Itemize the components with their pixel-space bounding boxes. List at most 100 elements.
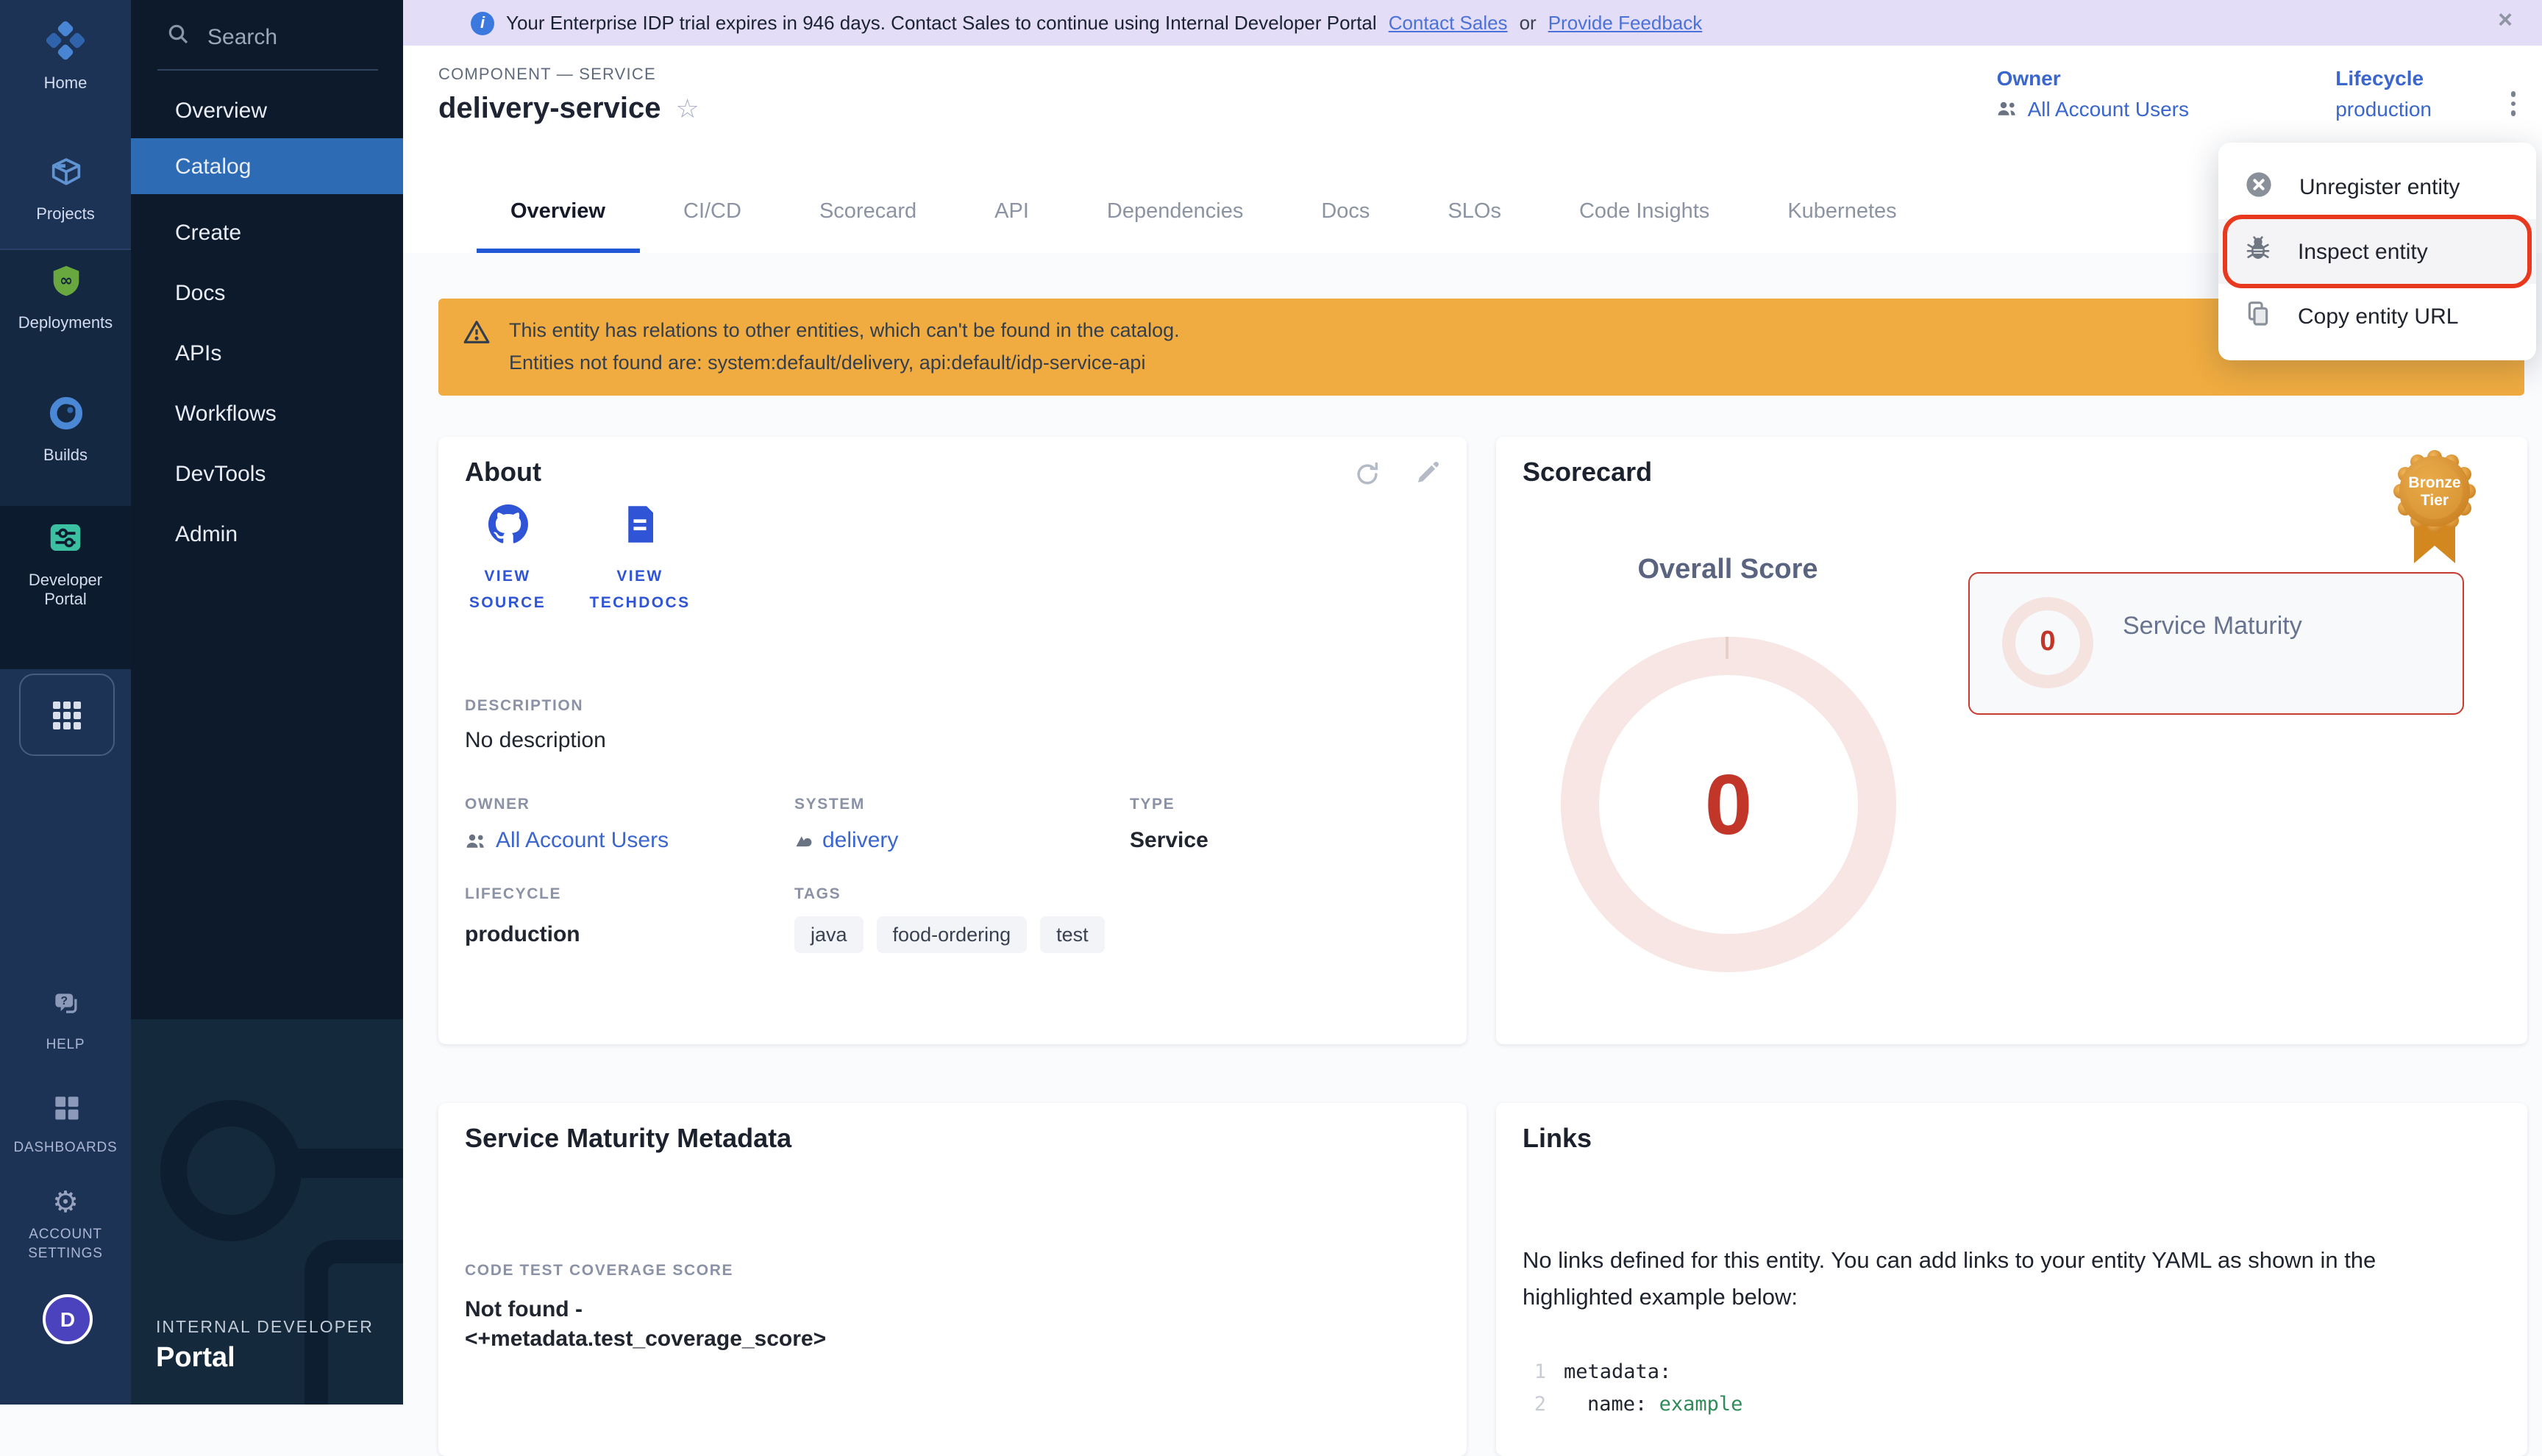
page-title: delivery-service bbox=[438, 93, 661, 126]
sidebar-item-docs[interactable]: Docs bbox=[131, 265, 403, 321]
kebab-menu-icon[interactable] bbox=[2510, 87, 2516, 120]
type-field-value: Service bbox=[1130, 828, 1208, 853]
sidebar-item-overview[interactable]: Overview bbox=[131, 82, 403, 138]
view-techdocs-button[interactable]: VIEW TECHDOCS bbox=[583, 504, 697, 616]
rail-item-builds[interactable]: Builds bbox=[0, 394, 131, 466]
rail-label: ACCOUNT SETTINGS bbox=[14, 1225, 117, 1263]
tab-docs[interactable]: Docs bbox=[1317, 169, 1374, 253]
module-switcher-button[interactable] bbox=[19, 674, 115, 756]
coverage-score-label: CODE TEST COVERAGE SCORE bbox=[465, 1262, 733, 1280]
user-avatar[interactable]: D bbox=[43, 1294, 93, 1344]
sidebar-item-workflows[interactable]: Workflows bbox=[131, 385, 403, 441]
owner-field-link[interactable]: All Account Users bbox=[465, 828, 669, 853]
warning-triangle-icon bbox=[462, 318, 491, 379]
type-field-label: TYPE bbox=[1130, 796, 1175, 813]
provide-feedback-link[interactable]: Provide Feedback bbox=[1548, 12, 1703, 34]
menu-item-unregister-entity[interactable]: Unregister entity bbox=[2218, 154, 2536, 219]
system-icon bbox=[794, 831, 813, 850]
svg-text:Tier: Tier bbox=[2421, 492, 2449, 509]
rail-item-home[interactable]: Home bbox=[0, 21, 131, 94]
tab-overview[interactable]: Overview bbox=[506, 169, 610, 253]
maturity-metadata-title: Service Maturity Metadata bbox=[465, 1124, 791, 1155]
github-icon bbox=[488, 504, 527, 552]
rail-item-deployments[interactable]: ∞ Deployments bbox=[0, 262, 131, 334]
rail-label: Deployments bbox=[18, 315, 113, 334]
sidebar-item-catalog[interactable]: Catalog bbox=[131, 138, 403, 194]
tab-cicd[interactable]: CI/CD bbox=[679, 169, 746, 253]
rail-item-developer-portal[interactable]: Developer Portal bbox=[0, 518, 131, 610]
rail-label: Projects bbox=[36, 206, 95, 225]
rail-item-projects[interactable]: Projects bbox=[0, 153, 131, 225]
favorite-star-icon[interactable]: ☆ bbox=[675, 94, 699, 125]
overall-score-value: 0 bbox=[1599, 675, 1858, 934]
menu-item-inspect-entity[interactable]: Inspect entity bbox=[2218, 219, 2536, 284]
entity-actions-menu: Unregister entity Inspect entity bbox=[2218, 143, 2536, 360]
tag-chip[interactable]: food-ordering bbox=[877, 916, 1028, 953]
service-maturity-score: 0 bbox=[2002, 597, 2093, 688]
search-input[interactable]: Search bbox=[131, 15, 403, 59]
system-field-link[interactable]: delivery bbox=[794, 828, 898, 853]
sidebar-footer: INTERNAL DEVELOPER Portal bbox=[131, 1019, 403, 1405]
view-techdocs-label: VIEW TECHDOCS bbox=[583, 563, 697, 616]
description-value: No description bbox=[465, 728, 606, 753]
sidebar-item-apis[interactable]: APIs bbox=[131, 325, 403, 381]
links-title: Links bbox=[1523, 1124, 1592, 1155]
refresh-icon[interactable] bbox=[1353, 460, 1381, 496]
view-source-button[interactable]: VIEW SOURCE bbox=[450, 504, 565, 616]
tab-slos[interactable]: SLOs bbox=[1443, 169, 1506, 253]
tag-chip[interactable]: java bbox=[794, 916, 864, 953]
tab-dependencies[interactable]: Dependencies bbox=[1103, 169, 1247, 253]
overall-score-label: Overall Score bbox=[1577, 554, 1879, 587]
tab-kubernetes[interactable]: Kubernetes bbox=[1783, 169, 1901, 253]
help-chat-icon: ? bbox=[49, 988, 82, 1028]
developer-portal-icon bbox=[46, 518, 85, 565]
gear-icon: ⚙ bbox=[52, 1188, 79, 1218]
tags-field-label: TAGS bbox=[794, 885, 841, 903]
lifecycle-label: Lifecycle bbox=[2335, 66, 2432, 90]
people-icon bbox=[465, 832, 487, 849]
rail-item-dashboards[interactable]: DASHBOARDS bbox=[0, 1091, 131, 1157]
view-source-label: VIEW SOURCE bbox=[450, 563, 565, 616]
tab-code-insights[interactable]: Code Insights bbox=[1575, 169, 1714, 253]
rail-label: DASHBOARDS bbox=[13, 1138, 117, 1157]
yaml-example-code: 1metadata: 2name: example bbox=[1520, 1356, 1742, 1421]
owner-label: Owner bbox=[1997, 66, 2189, 90]
owner-field-label: OWNER bbox=[465, 796, 530, 813]
search-icon bbox=[166, 21, 190, 52]
sidebar-item-admin[interactable]: Admin bbox=[131, 506, 403, 562]
projects-cube-icon bbox=[46, 153, 85, 199]
menu-item-copy-entity-url[interactable]: Copy entity URL bbox=[2218, 284, 2536, 349]
lifecycle-field-value: production bbox=[465, 922, 580, 947]
info-icon: i bbox=[471, 11, 494, 35]
rail-label: Home bbox=[44, 75, 88, 94]
entity-kicker: COMPONENT — SERVICE bbox=[438, 66, 656, 84]
rail-item-help[interactable]: ? HELP bbox=[0, 988, 131, 1054]
sidebar-item-devtools[interactable]: DevTools bbox=[131, 446, 403, 502]
techdocs-icon bbox=[622, 504, 658, 552]
service-maturity-scorecard[interactable]: 0 Service Maturity bbox=[1968, 572, 2464, 715]
people-icon bbox=[1997, 100, 2019, 118]
rail-item-account-settings[interactable]: ⚙ ACCOUNT SETTINGS bbox=[0, 1188, 131, 1263]
bug-icon bbox=[2243, 234, 2273, 269]
contact-sales-link[interactable]: Contact Sales bbox=[1389, 12, 1508, 34]
copy-icon bbox=[2243, 299, 2273, 334]
sidebar-item-create[interactable]: Create bbox=[131, 204, 403, 260]
svg-text:∞: ∞ bbox=[59, 272, 72, 290]
tab-scorecard[interactable]: Scorecard bbox=[815, 169, 921, 253]
close-icon[interactable]: × bbox=[2498, 6, 2513, 35]
rail-label: HELP bbox=[46, 1035, 85, 1054]
trial-banner: i Your Enterprise IDP trial expires in 9… bbox=[403, 0, 2542, 46]
trial-banner-text: Your Enterprise IDP trial expires in 946… bbox=[506, 12, 1377, 34]
svg-text:Bronze: Bronze bbox=[2408, 474, 2460, 491]
tab-api[interactable]: API bbox=[990, 169, 1033, 253]
brand-kicker: INTERNAL DEVELOPER bbox=[156, 1319, 374, 1337]
owner-link[interactable]: All Account Users bbox=[1997, 97, 2189, 121]
about-card: About VIEW SOURCE bbox=[438, 437, 1467, 1044]
links-empty-text: No links defined for this entity. You ca… bbox=[1523, 1243, 2476, 1316]
tag-chip[interactable]: test bbox=[1040, 916, 1105, 953]
system-field-label: SYSTEM bbox=[794, 796, 865, 813]
edit-pencil-icon[interactable] bbox=[1414, 460, 1440, 496]
description-label: DESCRIPTION bbox=[465, 697, 583, 715]
portal-sidebar: Search Overview Catalog Create Docs APIs… bbox=[131, 0, 403, 1405]
lifecycle-field-label: LIFECYCLE bbox=[465, 885, 561, 903]
